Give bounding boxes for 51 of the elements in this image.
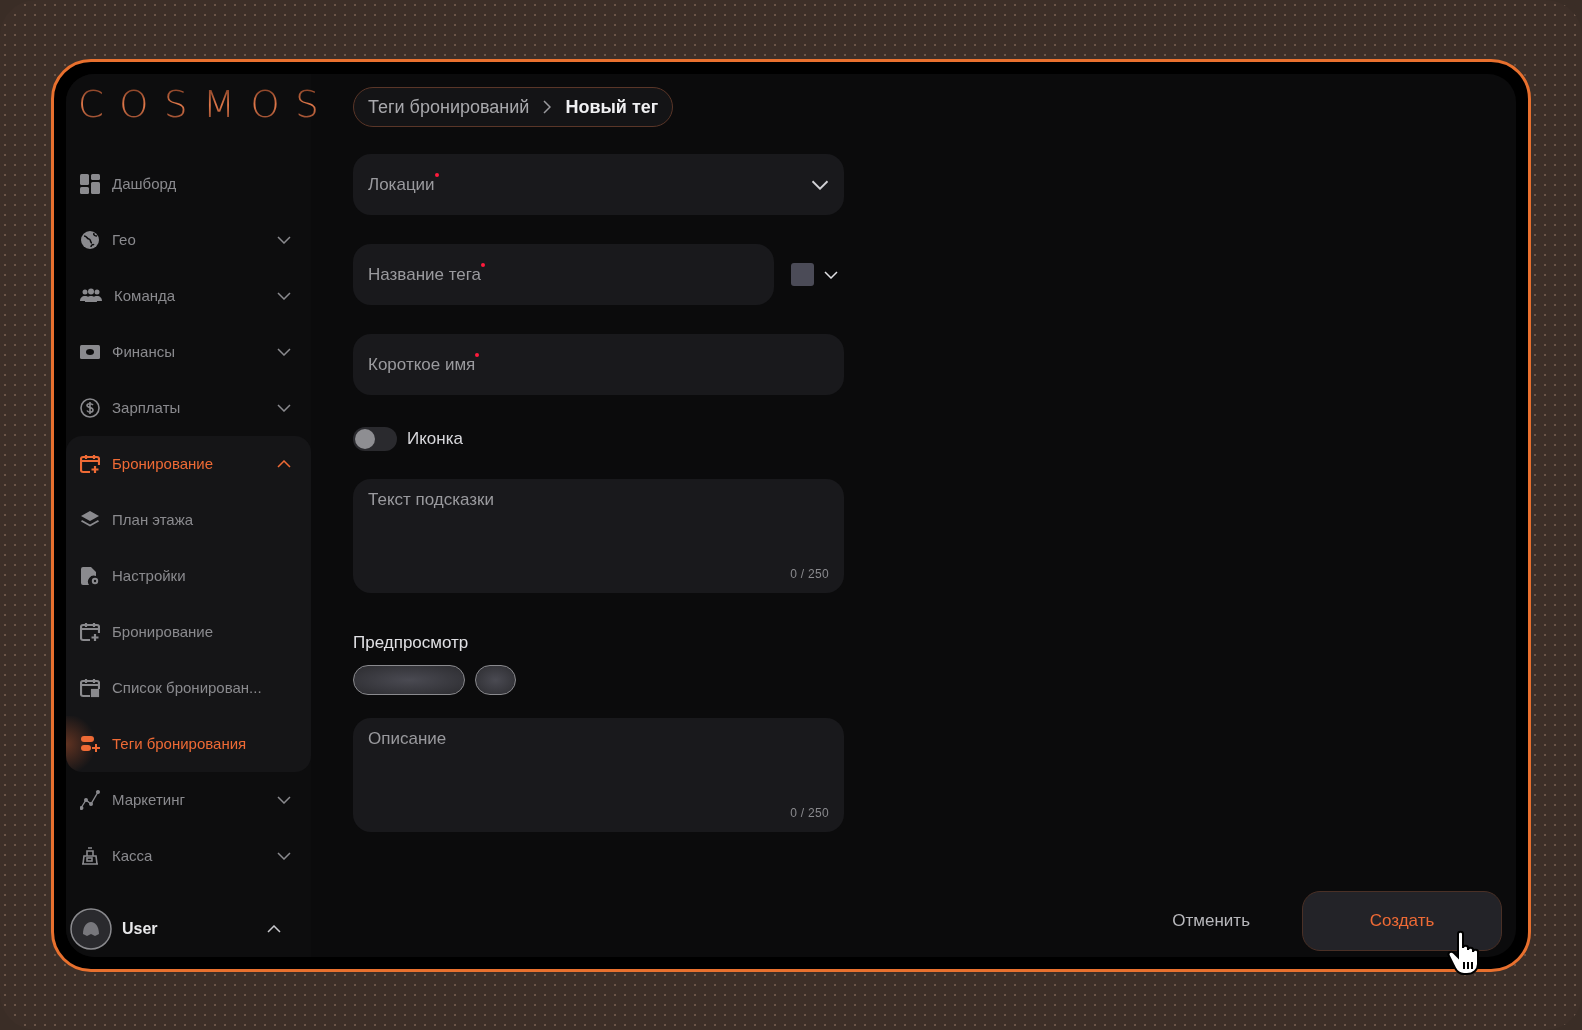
- submenu-item[interactable]: Бронирование: [66, 604, 311, 660]
- text-input[interactable]: Название тега: [368, 261, 482, 288]
- submenu-item[interactable]: План этажа: [66, 492, 311, 548]
- tags-plus-icon: [80, 734, 100, 754]
- avatar-icon: [70, 908, 112, 950]
- chevron-right-icon: [543, 100, 552, 114]
- toggle-switch[interactable]: [353, 426, 397, 451]
- text-input[interactable]: Короткое имя: [368, 351, 476, 378]
- chevron-up-icon: [267, 925, 281, 933]
- dollar-icon: [80, 398, 100, 418]
- color-picker[interactable]: [791, 263, 838, 286]
- user-menu[interactable]: User: [66, 907, 311, 951]
- sidebar-item[interactable]: Команда: [66, 268, 311, 324]
- text-area[interactable]: Описание 0 / 250: [353, 718, 844, 832]
- sidebar-item[interactable]: Дашборд: [66, 156, 311, 212]
- tag-preview: [475, 665, 516, 695]
- banknote-icon: [80, 345, 100, 359]
- section-label: Предпросмотр: [353, 631, 469, 654]
- cancel-button[interactable]: Отменить: [1160, 891, 1262, 951]
- chevron-down-icon: [811, 179, 829, 190]
- submenu-item[interactable]: Настройки: [66, 548, 311, 604]
- calendar-plus-icon: [80, 622, 100, 642]
- grid-icon: [80, 174, 100, 194]
- document-gear-icon: [80, 566, 100, 586]
- character-counter: 0 / 250: [790, 805, 829, 822]
- sidebar-item[interactable]: Касса: [66, 828, 311, 884]
- sidebar-item[interactable]: Гео: [66, 212, 311, 268]
- input-field[interactable]: Название тега: [353, 244, 774, 305]
- sidebar-item[interactable]: Маркетинг: [66, 772, 311, 828]
- cash-register-icon: [80, 846, 100, 866]
- create-button[interactable]: Создать: [1302, 891, 1502, 951]
- people-icon: [80, 288, 102, 304]
- submenu-item[interactable]: Список бронирован...: [66, 660, 311, 716]
- sidebar-item[interactable]: Бронирование: [66, 436, 311, 492]
- calendar-plus-icon: [80, 454, 100, 474]
- sidebar-item[interactable]: Зарплаты: [66, 380, 311, 436]
- text-input[interactable]: Локации: [368, 171, 435, 198]
- text-input[interactable]: Текст подсказки: [368, 486, 829, 565]
- calendar-list-icon: [80, 678, 100, 698]
- text-input[interactable]: Описание: [368, 726, 829, 804]
- input-field[interactable]: Короткое имя: [353, 334, 844, 395]
- breadcrumb-link[interactable]: Теги бронирований: [368, 93, 530, 121]
- chart-line-icon: [80, 790, 100, 810]
- sidebar-item[interactable]: Финансы: [66, 324, 311, 380]
- character-counter: 0 / 250: [790, 565, 829, 583]
- globe-icon: [80, 230, 100, 250]
- chevron-down-icon: [824, 270, 838, 279]
- text-area[interactable]: Текст подсказки 0 / 250: [353, 478, 844, 593]
- toggle-label: Иконка: [407, 428, 463, 450]
- breadcrumb-current: Новый тег: [565, 95, 659, 119]
- dropdown[interactable]: Локации: [353, 154, 844, 215]
